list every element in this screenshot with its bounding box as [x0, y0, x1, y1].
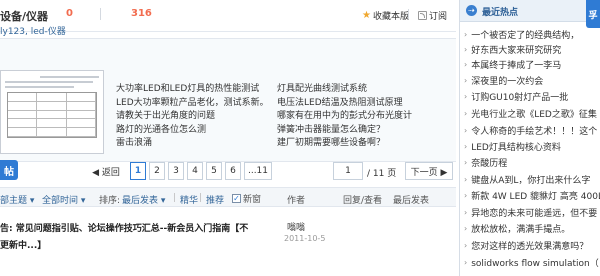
thread-title[interactable]: 告: 常见问题指引贴、论坛操作技巧汇总--新会员入门指南【不	[0, 221, 248, 234]
chevron-right-icon: ›	[464, 175, 468, 184]
chevron-right-icon: ›	[464, 191, 468, 200]
link-item[interactable]: 弹簧冲击器能量怎么确定？	[277, 124, 412, 138]
hot-topic-item[interactable]: › 光电行业之歌《LED之歌》征集	[464, 107, 597, 120]
link-item[interactable]: 路灯的光通各位怎么测	[116, 124, 269, 138]
last-post-column-header: 最后发表	[393, 196, 430, 206]
hot-topic-item[interactable]: › 好东西大家来研究研究	[464, 43, 561, 56]
all-time-filter[interactable]: 全部时间 ▾	[42, 193, 85, 206]
chevron-right-icon: ›	[464, 158, 468, 167]
hot-topics-icon: ⇢	[466, 5, 477, 16]
hot-topic-item[interactable]: › 本属终于捧成了一李马	[464, 58, 561, 71]
page-link-2[interactable]: 2	[149, 162, 165, 180]
hot-topic-item[interactable]: › 新款 4W LED 貔貅灯 高亮 400L	[464, 189, 600, 202]
today-post-count: 0	[66, 8, 73, 19]
hot-topic-item[interactable]: › 您对这样的透光效果满意吗？	[464, 239, 588, 252]
new-window-label: 新窗	[243, 195, 262, 205]
chevron-right-icon: ›	[464, 92, 468, 101]
chevron-right-icon: ›	[464, 208, 468, 217]
links-column-1: 大功率LED和LED灯具的热性能测试 LED大功率颗粒产品老化，测试系新。 请教…	[116, 83, 269, 151]
sidebar-title: 最近热点	[482, 8, 519, 18]
chevron-right-icon: ›	[464, 258, 468, 267]
recommend-filter[interactable]: 推荐	[206, 193, 224, 206]
link-item[interactable]: 灯具配光曲线测试系统	[277, 83, 412, 97]
link-item[interactable]: LED大功率颗粒产品老化，测试系新。	[116, 97, 269, 111]
thread-author[interactable]: 嗡嗡	[287, 220, 305, 233]
digest-filter[interactable]: 精华	[180, 193, 198, 206]
link-item[interactable]: 建厂初期需要哪些设备啊？	[277, 137, 412, 151]
chevron-right-icon: ›	[464, 224, 468, 233]
hot-topic-item[interactable]: › LED灯具结构核心资料	[464, 140, 561, 153]
thread-title-continued[interactable]: 更新中...】	[0, 238, 46, 251]
filter-divider: |	[173, 193, 177, 203]
chevron-right-icon: ›	[464, 142, 468, 151]
sidebar-header	[460, 0, 600, 22]
sort-select[interactable]: 最后发表 ▾	[122, 193, 165, 206]
new-window-toggle[interactable]: ✓ 新窗	[232, 192, 261, 205]
checkbox-checked-icon[interactable]: ✓	[232, 194, 241, 203]
next-page-button[interactable]: 下一页 ▶	[405, 162, 453, 180]
hot-topic-item[interactable]: › 键盘从A到L，你打出来什么字	[464, 173, 590, 186]
link-item[interactable]: 电压法LED结温及热阻测试原理	[277, 97, 412, 111]
moderator-list[interactable]: ly123, led-仪器	[0, 24, 66, 37]
page-link-6[interactable]: 6	[225, 162, 241, 180]
hot-topic-item[interactable]: › 异地恋的未来可能遥远，但不要	[464, 206, 597, 219]
hot-topic-item[interactable]: › 一个被否定了的经典结构，	[464, 28, 579, 41]
favorite-label: 收藏本版	[372, 12, 409, 22]
chevron-right-icon: ›	[464, 241, 468, 250]
rss-subscribe-button[interactable]: 订阅	[418, 9, 447, 22]
chevron-right-icon: ›	[464, 126, 468, 135]
hot-topic-item[interactable]: › solidworks flow simulation（	[464, 256, 599, 269]
thumbnail-table-graphic	[7, 92, 97, 138]
link-item[interactable]: 请教关于出光角度的问题	[116, 110, 269, 124]
link-item[interactable]: 哪家有在用中为的彭式分布光度计	[277, 110, 412, 124]
chevron-right-icon: ›	[464, 30, 468, 39]
link-item[interactable]: 大功率LED和LED灯具的热性能测试	[116, 83, 269, 97]
chevron-right-icon: ›	[464, 60, 468, 69]
rss-label: 订阅	[429, 12, 448, 22]
reply-view-column-header: 回复/查看	[343, 196, 383, 206]
page-link-last[interactable]: ...11	[244, 162, 272, 180]
star-icon: ★	[362, 10, 371, 21]
author-column-header: 作者	[287, 196, 306, 206]
rss-icon	[418, 11, 427, 20]
pager-back-button[interactable]: ◀ 返回	[86, 162, 126, 180]
chevron-right-icon: ›	[464, 45, 468, 54]
page-link-3[interactable]: 3	[168, 162, 184, 180]
hot-topic-item[interactable]: › 奈酸历程	[464, 156, 507, 169]
total-pages-label: / 11 页	[367, 169, 397, 179]
hot-topic-item[interactable]: › 放松放松，满满手撮点。	[464, 222, 570, 235]
forum-title: 设备/仪器	[0, 10, 49, 23]
links-column-2: 灯具配光曲线测试系统 电压法LED结温及热阻测试原理 哪家有在用中为的彭式分布光…	[277, 83, 412, 151]
favorite-forum-button[interactable]: ★ 收藏本版	[362, 9, 409, 22]
new-post-button[interactable]: 帖	[0, 160, 18, 180]
hot-topic-item[interactable]: › 令人称奇的手绘艺术！！！这个	[464, 124, 597, 137]
filter-divider: |	[199, 193, 203, 203]
chevron-right-icon: ›	[464, 109, 468, 118]
page-jump-input[interactable]	[333, 162, 363, 180]
page-link-4[interactable]: 4	[187, 162, 203, 180]
sort-label: 排序:	[99, 196, 121, 206]
featured-thumbnail[interactable]	[0, 70, 104, 154]
all-topics-filter[interactable]: 部主题 ▾	[0, 193, 34, 206]
hot-topic-item[interactable]: › 订购GU10射灯产品一批	[464, 90, 568, 103]
thread-date: 2011-10-5	[284, 234, 326, 243]
link-item[interactable]: 雷击浪涌	[116, 137, 269, 151]
header-divider	[408, 9, 409, 19]
sidebar-collapse-tab[interactable]: 孚	[586, 0, 600, 28]
chevron-right-icon: ›	[464, 76, 468, 85]
total-post-count: 316	[131, 8, 152, 19]
page-link-5[interactable]: 5	[206, 162, 222, 180]
header-divider	[100, 8, 101, 20]
hot-topic-item[interactable]: › 深夜里的一次约会	[464, 74, 543, 87]
page-link-1[interactable]: 1	[130, 162, 146, 180]
